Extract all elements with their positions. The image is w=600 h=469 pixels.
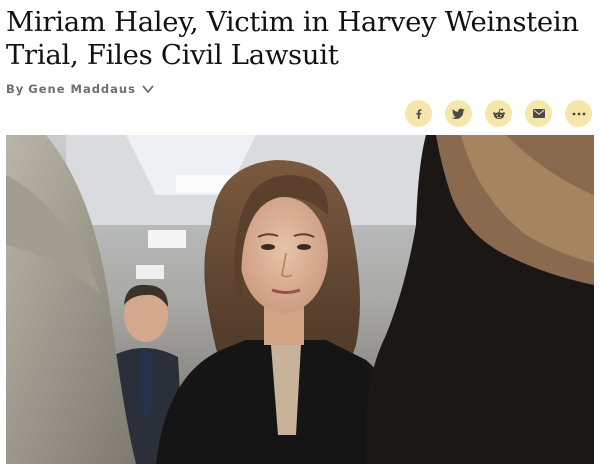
share-bar (405, 100, 592, 127)
article-hero-image (6, 135, 594, 464)
article-headline: Miriam Haley, Victim in Harvey Weinstein… (6, 6, 579, 71)
author-name[interactable]: Gene Maddaus (28, 82, 136, 96)
email-share-button[interactable] (525, 100, 552, 127)
twitter-icon (452, 108, 465, 119)
chevron-down-icon[interactable] (142, 84, 154, 94)
more-share-button[interactable] (565, 100, 592, 127)
byline: By Gene Maddaus (6, 82, 154, 96)
reddit-icon (492, 108, 505, 119)
email-icon (532, 109, 545, 118)
facebook-share-button[interactable] (405, 100, 432, 127)
more-icon (572, 112, 585, 115)
facebook-icon (415, 108, 421, 119)
reddit-share-button[interactable] (485, 100, 512, 127)
hero-photo-illustration (6, 135, 594, 464)
twitter-share-button[interactable] (445, 100, 472, 127)
byline-prefix: By (6, 82, 25, 96)
